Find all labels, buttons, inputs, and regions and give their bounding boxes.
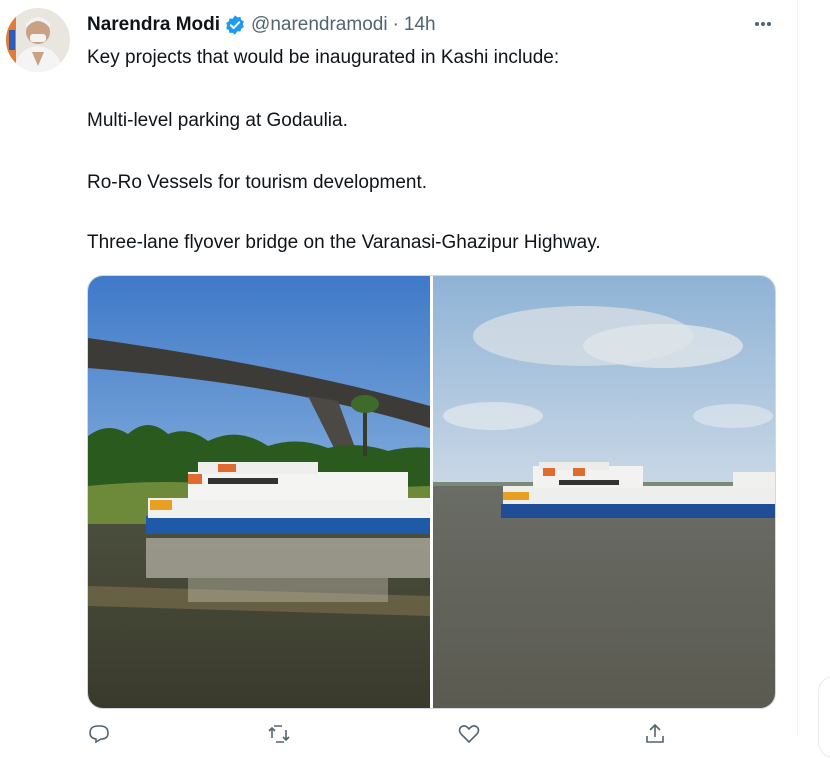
separator-dot: · <box>392 14 399 35</box>
retweet-icon[interactable] <box>267 722 291 746</box>
tweet-card[interactable]: Narendra Modi @narendramodi · 14h Key pr… <box>0 0 798 744</box>
ferry-on-river-photo[interactable] <box>433 276 775 708</box>
more-options-icon[interactable] <box>748 12 778 36</box>
share-icon[interactable] <box>643 722 667 746</box>
tweet-text-line: Multi-level parking at Godaulia. <box>87 110 348 131</box>
side-panel-edge <box>818 676 830 758</box>
avatar[interactable] <box>6 8 70 72</box>
reply-icon[interactable] <box>87 722 111 746</box>
tweet-actions <box>87 722 707 744</box>
tweet-header: Narendra Modi @narendramodi · 14h <box>87 10 436 40</box>
author-name[interactable]: Narendra Modi <box>87 14 220 36</box>
ferry-under-bridge-photo[interactable] <box>88 276 430 708</box>
like-icon[interactable] <box>457 722 481 746</box>
author-handle[interactable]: @narendramodi <box>251 14 388 36</box>
tweet-text-line: Key projects that would be inaugurated i… <box>87 47 560 68</box>
tweet-text-line: Three-lane flyover bridge on the Varanas… <box>87 232 601 253</box>
verified-badge-icon <box>224 14 246 36</box>
tweet-timestamp[interactable]: 14h <box>404 14 436 36</box>
tweet-media-grid <box>87 275 776 709</box>
tweet-text-line: Ro-Ro Vessels for tourism development. <box>87 172 428 193</box>
